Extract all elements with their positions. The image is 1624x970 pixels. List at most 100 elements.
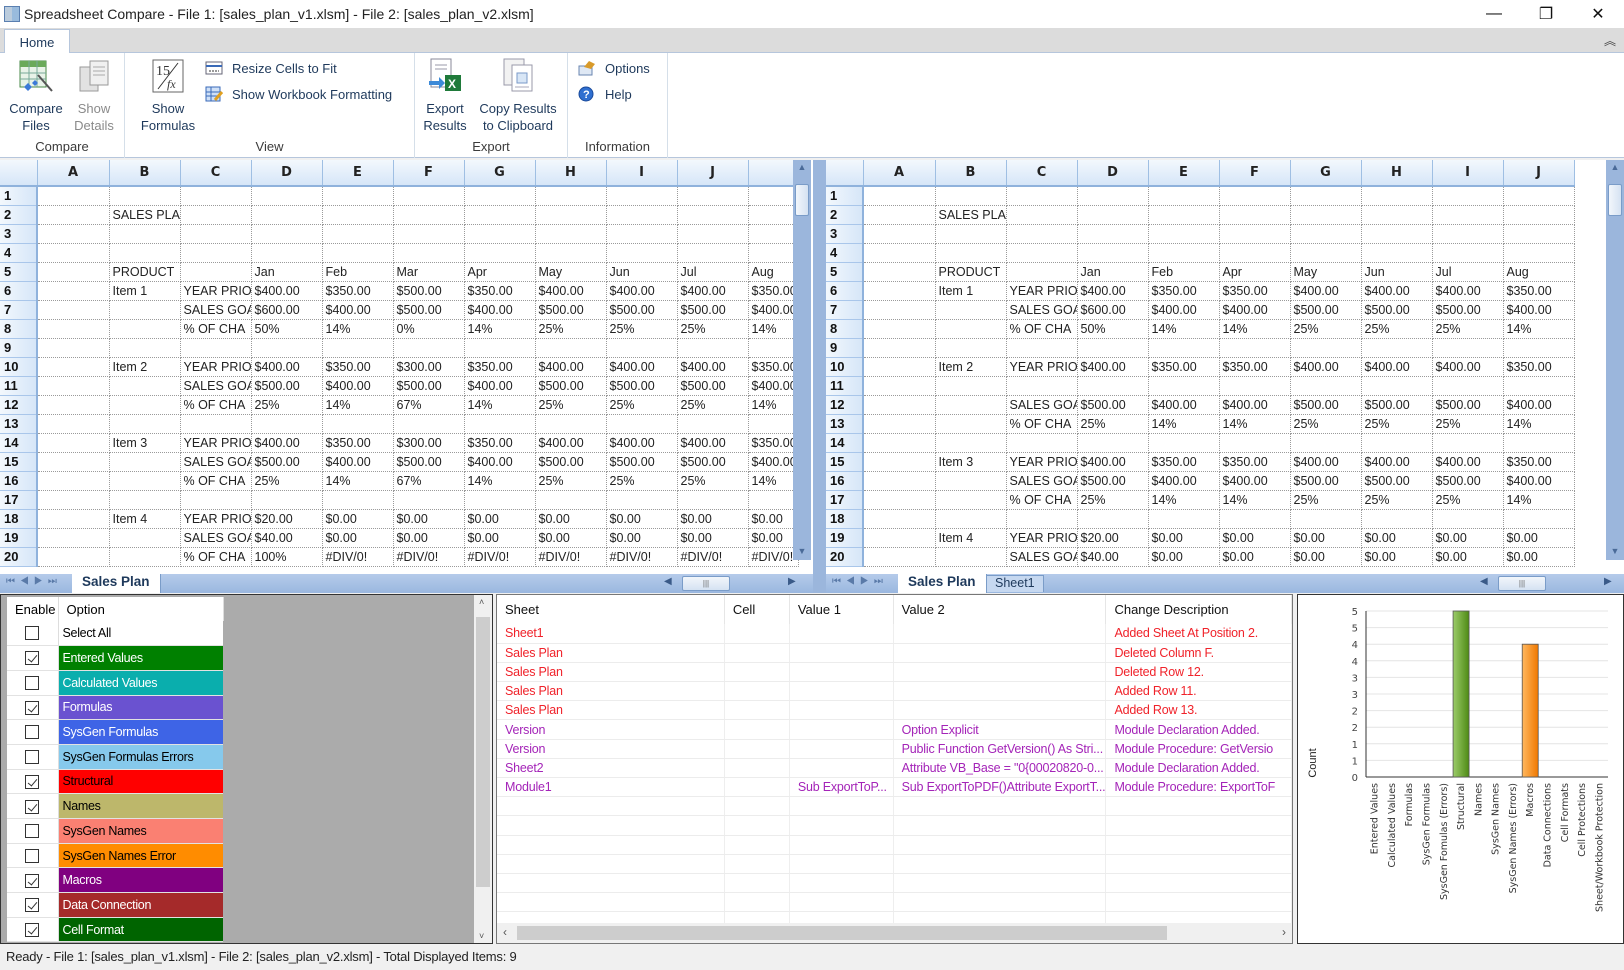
- cell[interactable]: $400.00: [322, 452, 394, 472]
- cell[interactable]: $0.00: [393, 509, 465, 529]
- cell[interactable]: [535, 414, 607, 434]
- result-row[interactable]: Version Public Function GetVersion() As S…: [497, 739, 1292, 759]
- cell[interactable]: Item 1: [109, 281, 181, 301]
- cell[interactable]: [935, 414, 1007, 434]
- cell[interactable]: 14%: [1148, 414, 1220, 434]
- copy-results-button[interactable]: Copy Results to Clipboard: [473, 55, 563, 134]
- cell[interactable]: [464, 205, 536, 225]
- row-header[interactable]: 19: [826, 528, 864, 548]
- row-header[interactable]: 8: [826, 319, 864, 339]
- cell[interactable]: $40.00: [251, 528, 323, 548]
- row-header[interactable]: 18: [826, 509, 864, 529]
- cell[interactable]: 25%: [1432, 319, 1504, 339]
- cell[interactable]: 14%: [748, 319, 799, 339]
- cell[interactable]: [606, 338, 678, 358]
- result-row[interactable]: Sales Plan Added Row 11.: [497, 681, 1292, 702]
- cell[interactable]: [1006, 243, 1078, 263]
- cell[interactable]: [1432, 186, 1504, 206]
- column-header[interactable]: J: [1503, 160, 1575, 187]
- cell[interactable]: #DIV/0!: [322, 547, 394, 567]
- cell[interactable]: [393, 224, 465, 244]
- cell[interactable]: $500.00: [606, 300, 678, 320]
- cell[interactable]: Apr: [1219, 262, 1291, 282]
- cell[interactable]: 14%: [1503, 490, 1575, 510]
- cell[interactable]: [535, 224, 607, 244]
- result-row[interactable]: Module1 Sub ExportToP... Sub ExportToPDF()…: [497, 777, 1292, 798]
- cell[interactable]: SALES GOA: [1006, 471, 1078, 491]
- cell[interactable]: $400.00: [606, 281, 678, 301]
- cell[interactable]: [322, 338, 394, 358]
- cell[interactable]: $350.00: [1148, 281, 1220, 301]
- option-label[interactable]: Macros: [58, 867, 223, 894]
- cell[interactable]: [464, 224, 536, 244]
- cell[interactable]: % OF CHA: [1006, 490, 1078, 510]
- cell[interactable]: [180, 490, 252, 510]
- cell[interactable]: [1077, 186, 1149, 206]
- cell[interactable]: $0.00: [1361, 547, 1433, 567]
- cell[interactable]: [37, 186, 110, 206]
- cell[interactable]: [109, 414, 181, 434]
- cell[interactable]: [935, 338, 1007, 358]
- cell[interactable]: [863, 528, 936, 548]
- cell[interactable]: [863, 357, 936, 377]
- cell[interactable]: $400.00: [1432, 281, 1504, 301]
- cell[interactable]: SALES GOA: [1006, 547, 1078, 567]
- cell[interactable]: [1432, 376, 1504, 396]
- cell[interactable]: $500.00: [1077, 471, 1149, 491]
- cell[interactable]: [1077, 205, 1149, 225]
- cell[interactable]: [37, 319, 110, 339]
- cell[interactable]: [1361, 376, 1433, 396]
- cell[interactable]: $0.00: [1361, 528, 1433, 548]
- scroll-left-arrow-icon[interactable]: ◀: [664, 576, 672, 587]
- cell[interactable]: [109, 300, 181, 320]
- cell[interactable]: [1148, 376, 1220, 396]
- cell[interactable]: [464, 186, 536, 206]
- cell[interactable]: [863, 186, 936, 206]
- cell[interactable]: $400.00: [606, 357, 678, 377]
- cell[interactable]: PRODUCT: [109, 262, 181, 282]
- cell[interactable]: $400.00: [535, 433, 607, 453]
- cell[interactable]: $300.00: [393, 433, 465, 453]
- cell[interactable]: [1503, 376, 1575, 396]
- cell[interactable]: $500.00: [1290, 395, 1362, 415]
- cell[interactable]: 25%: [677, 395, 749, 415]
- cell[interactable]: $500.00: [1077, 395, 1149, 415]
- cell[interactable]: $500.00: [606, 376, 678, 396]
- cell[interactable]: [863, 376, 936, 396]
- cell[interactable]: $400.00: [1503, 471, 1575, 491]
- cell[interactable]: $0.00: [464, 509, 536, 529]
- cell[interactable]: [1219, 243, 1291, 263]
- cell[interactable]: $0.00: [464, 528, 536, 548]
- cell[interactable]: [863, 471, 936, 491]
- options-button[interactable]: Options: [578, 57, 650, 79]
- results-column-header[interactable]: Sheet: [497, 595, 725, 624]
- file2-vertical-scrollbar[interactable]: ▲ ▼: [1606, 160, 1624, 560]
- cell[interactable]: 25%: [1361, 490, 1433, 510]
- cell[interactable]: [1290, 509, 1362, 529]
- enable-checkbox[interactable]: [25, 626, 40, 641]
- row-header[interactable]: 16: [0, 471, 38, 491]
- cell[interactable]: [935, 243, 1007, 263]
- cell[interactable]: [1006, 186, 1078, 206]
- cell[interactable]: $0.00: [322, 509, 394, 529]
- cell[interactable]: [606, 490, 678, 510]
- cell[interactable]: [180, 205, 252, 225]
- cell[interactable]: SALES GOA: [180, 528, 252, 548]
- cell[interactable]: % OF CHA: [180, 319, 252, 339]
- cell[interactable]: [677, 186, 749, 206]
- column-header[interactable]: H: [535, 160, 607, 187]
- cell[interactable]: Item 3: [109, 433, 181, 453]
- scroll-down-arrow-icon[interactable]: ▼: [1606, 546, 1624, 556]
- row-header[interactable]: 8: [0, 319, 38, 339]
- cell[interactable]: [109, 547, 181, 567]
- cell[interactable]: $500.00: [1290, 300, 1362, 320]
- cell[interactable]: [1432, 243, 1504, 263]
- pane-splitter[interactable]: [813, 160, 826, 593]
- cell[interactable]: 14%: [464, 471, 536, 491]
- row-header[interactable]: 7: [826, 300, 864, 320]
- cell[interactable]: $400.00: [677, 281, 749, 301]
- cell[interactable]: [180, 243, 252, 263]
- cell[interactable]: [863, 414, 936, 434]
- cell[interactable]: $500.00: [1361, 395, 1433, 415]
- cell[interactable]: [109, 243, 181, 263]
